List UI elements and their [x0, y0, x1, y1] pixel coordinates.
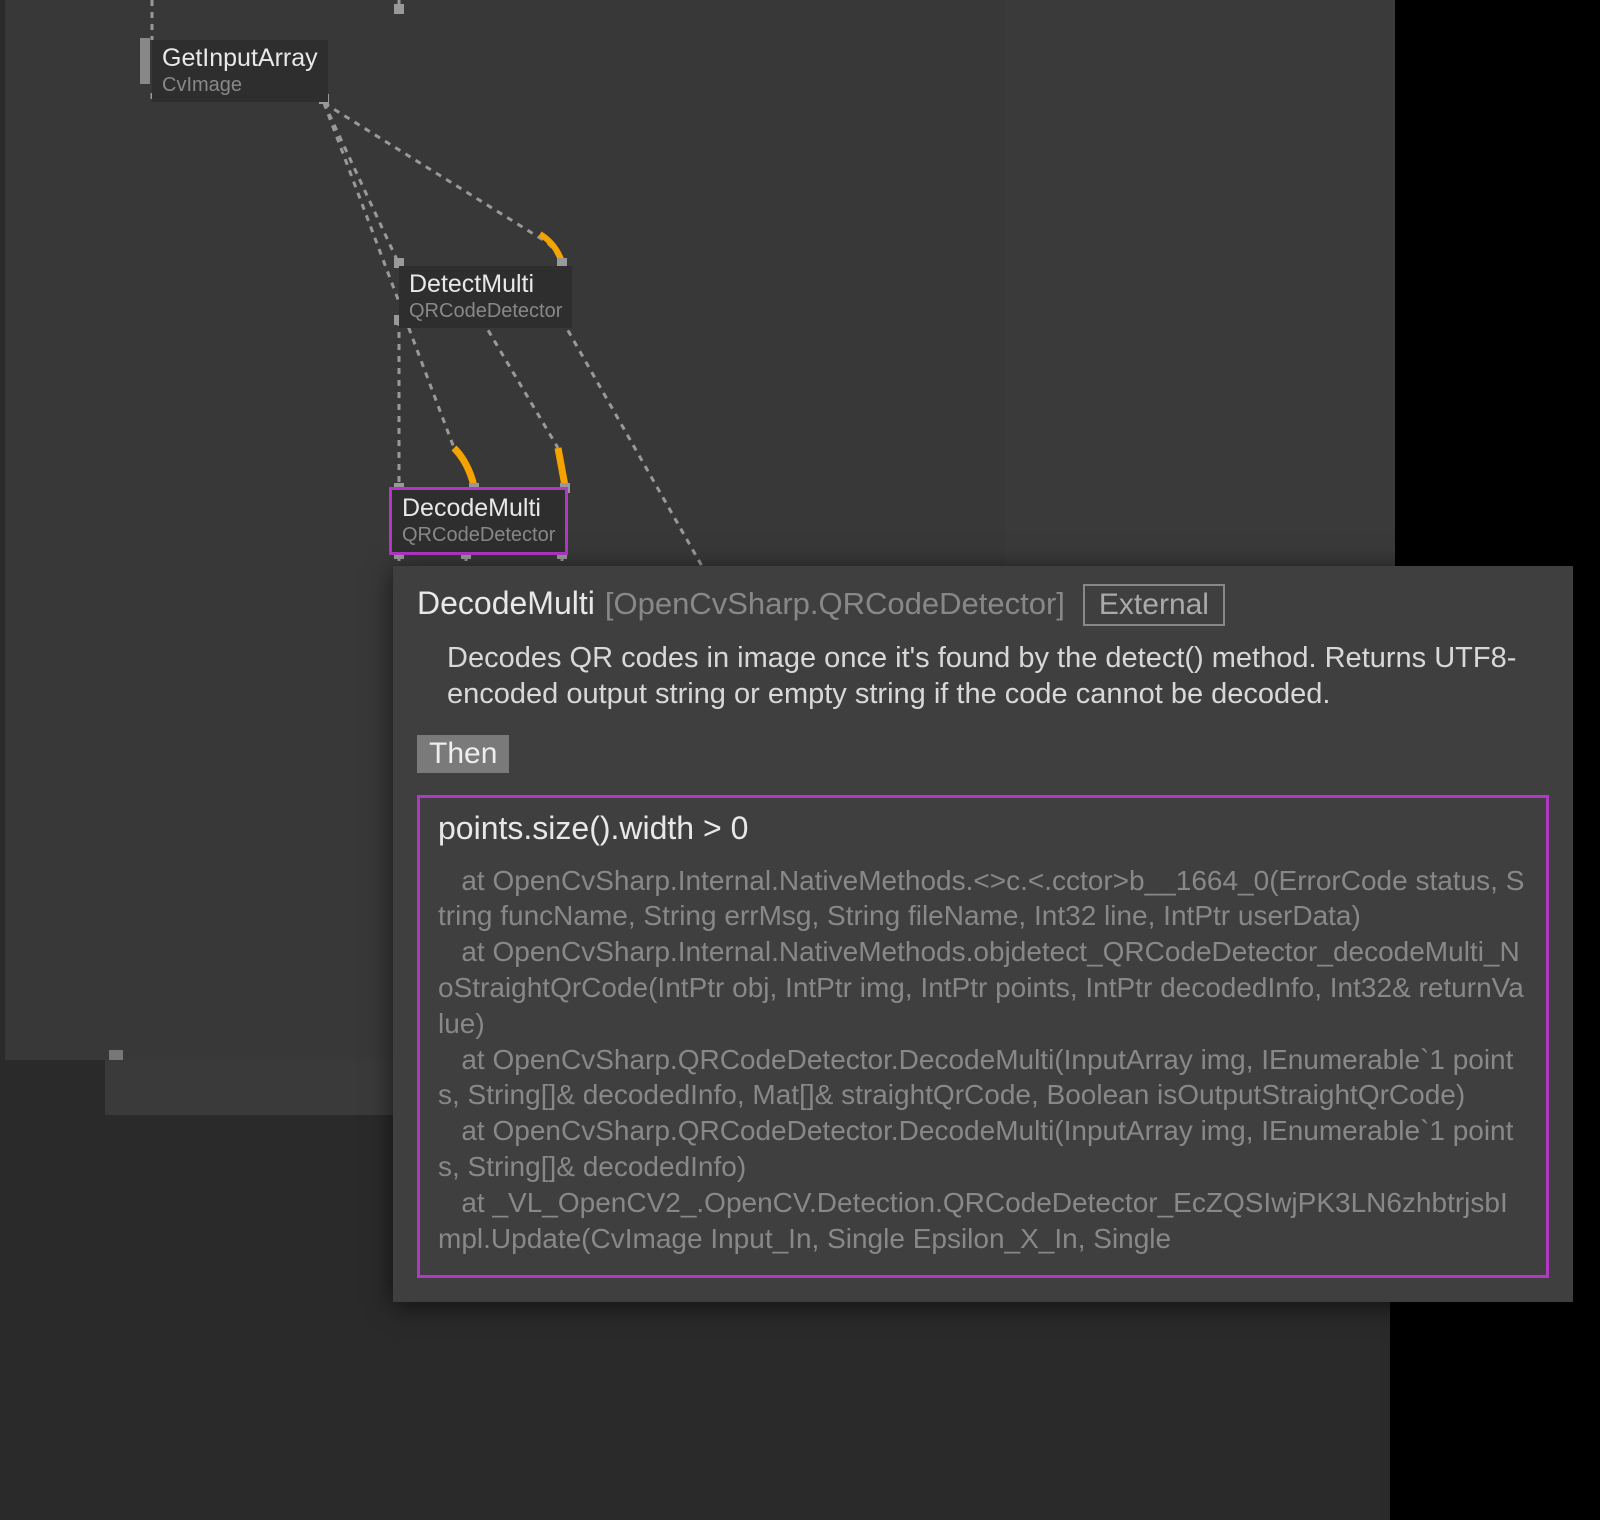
then-badge: Then	[417, 735, 509, 773]
error-box: points.size().width > 0 at OpenCvSharp.I…	[417, 795, 1549, 1278]
patch-canvas[interactable]: GetInputArray CvImage DetectMulti QRCode…	[0, 0, 1390, 1520]
node-detect-multi[interactable]: DetectMulti QRCodeDetector	[399, 266, 572, 328]
node-subtitle: QRCodeDetector	[402, 524, 555, 546]
error-title: points.size().width > 0	[438, 810, 1528, 847]
tooltip-panel: DecodeMulti [OpenCvSharp.QRCodeDetector]…	[393, 566, 1573, 1302]
node-title: DecodeMulti	[402, 495, 555, 523]
tooltip-node-name: DecodeMulti	[417, 585, 595, 622]
node-title: GetInputArray	[162, 45, 318, 73]
node-subtitle: QRCodeDetector	[409, 300, 562, 322]
external-badge: External	[1083, 584, 1225, 626]
error-stacktrace: at OpenCvSharp.Internal.NativeMethods.<>…	[438, 863, 1528, 1257]
node-title: DetectMulti	[409, 271, 562, 299]
node-decode-multi[interactable]: DecodeMulti QRCodeDetector	[389, 487, 568, 555]
tooltip-header: DecodeMulti [OpenCvSharp.QRCodeDetector]…	[417, 584, 1549, 626]
tooltip-origin: [OpenCvSharp.QRCodeDetector]	[605, 586, 1065, 622]
tooltip-description: Decodes QR codes in image once it's foun…	[447, 640, 1549, 713]
node-get-input-array[interactable]: GetInputArray CvImage	[152, 40, 328, 102]
pin[interactable]	[394, 4, 404, 14]
node-subtitle: CvImage	[162, 74, 318, 96]
